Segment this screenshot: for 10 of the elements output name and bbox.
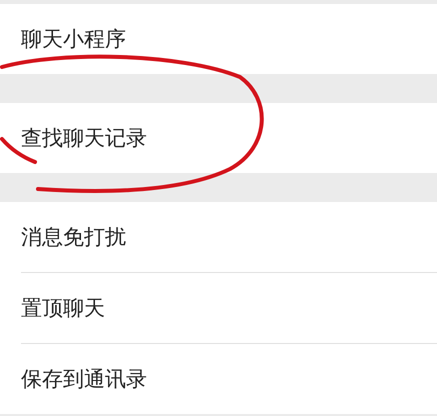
row-label: 消息免打扰 — [21, 224, 126, 251]
settings-row[interactable]: 聊天小程序 — [0, 4, 437, 74]
row-label: 聊天小程序 — [21, 26, 126, 53]
settings-row[interactable]: 消息免打扰 — [0, 202, 437, 272]
settings-row[interactable]: 查找聊天记录 — [0, 103, 437, 173]
row-label: 保存到通讯录 — [21, 366, 147, 393]
row-label: 置顶聊天 — [21, 295, 105, 322]
settings-row[interactable]: 置顶聊天 — [21, 272, 437, 343]
settings-row[interactable]: 保存到通讯录 — [21, 343, 437, 414]
row-label: 查找聊天记录 — [21, 125, 147, 152]
